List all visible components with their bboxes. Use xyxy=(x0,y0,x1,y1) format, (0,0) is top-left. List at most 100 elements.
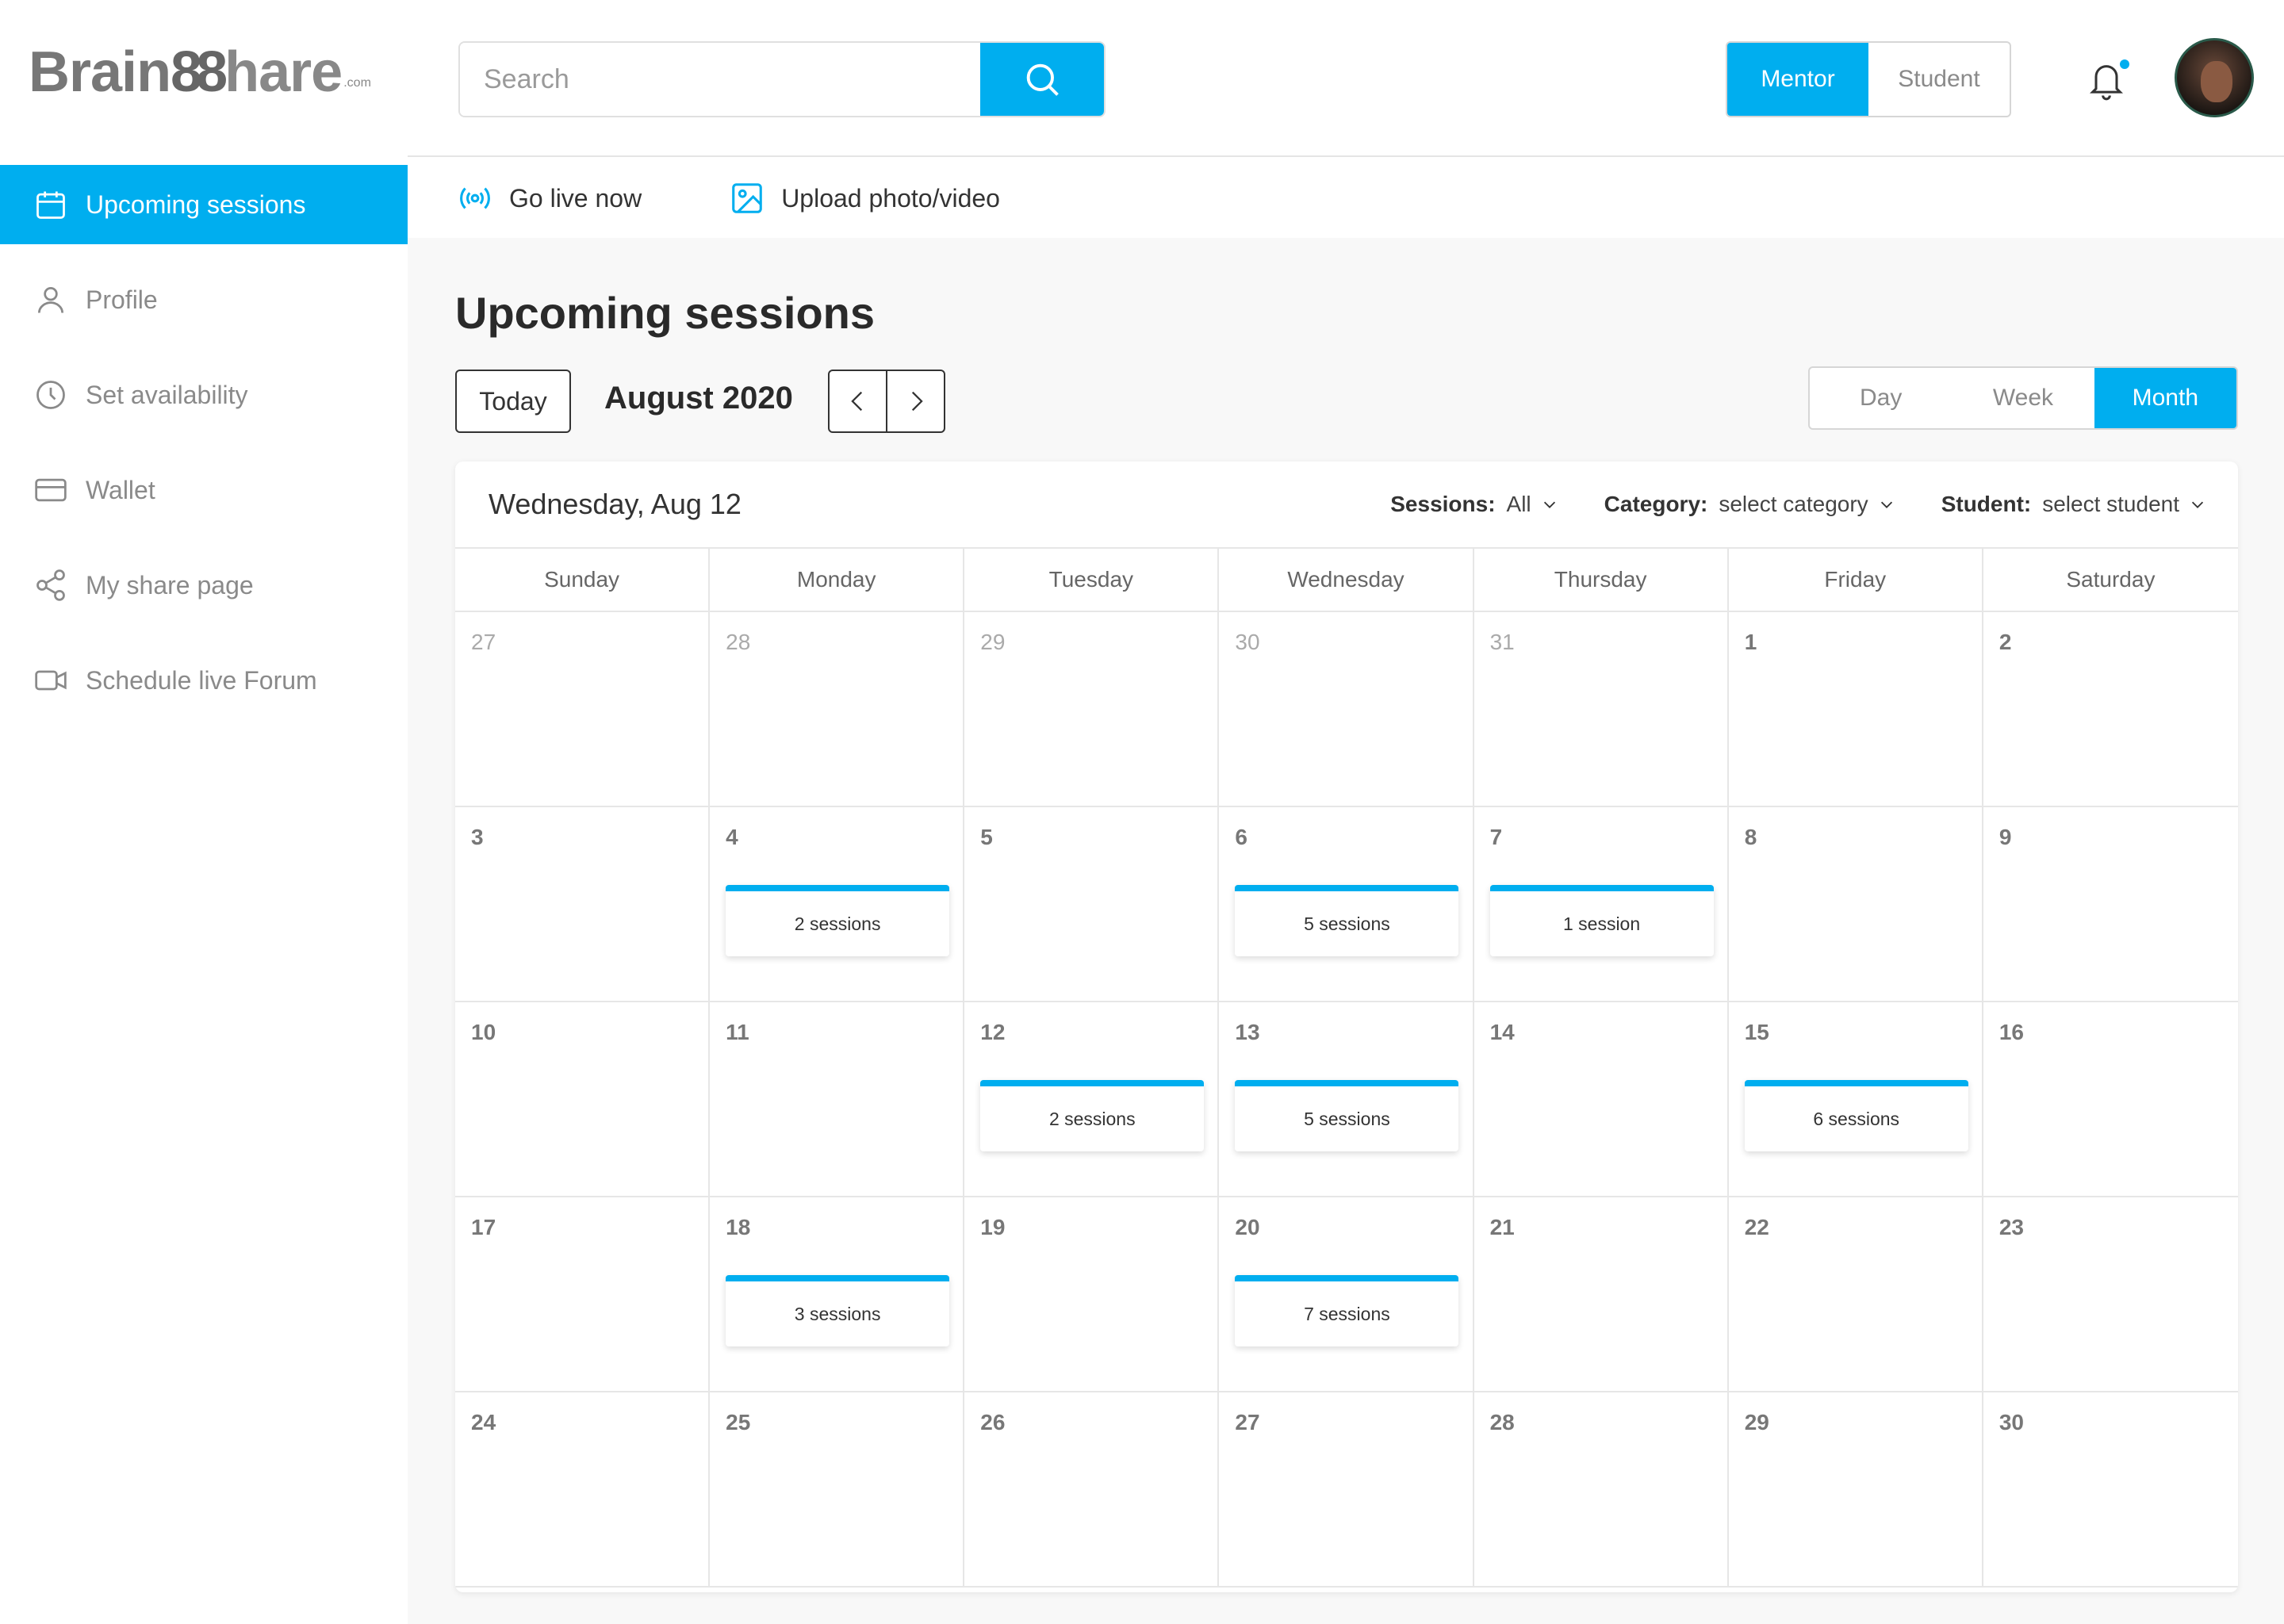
credit-card-icon xyxy=(32,471,70,509)
calendar-day-cell[interactable]: 28 xyxy=(1473,1392,1729,1588)
top-header: Mentor Student xyxy=(408,0,2284,157)
brand-logo[interactable]: Brain 88 hare .com xyxy=(29,36,371,108)
calendar-day-cell[interactable]: 28 xyxy=(710,612,965,807)
day-number: 2 xyxy=(1998,630,2012,654)
calendar-day-cell[interactable]: 2 xyxy=(1983,612,2238,807)
today-button[interactable]: Today xyxy=(455,370,571,433)
day-number: 28 xyxy=(726,630,751,654)
next-month-button[interactable] xyxy=(887,371,944,431)
calendar-day-cell[interactable]: 11 xyxy=(710,1002,965,1197)
filter-label: Category: xyxy=(1604,492,1708,516)
chevron-down-icon xyxy=(1543,501,1555,508)
view-day-button[interactable]: Day xyxy=(1810,368,1952,428)
logo-text-88: 88 xyxy=(171,40,228,104)
notifications-button[interactable] xyxy=(2086,57,2132,105)
day-number: 16 xyxy=(1998,1020,2024,1044)
avatar[interactable] xyxy=(2175,38,2254,117)
calendar-day-cell[interactable]: 7 1 session xyxy=(1473,807,1729,1002)
calendar-day-cell[interactable]: 1 xyxy=(1728,612,1983,807)
day-number: 1 xyxy=(1744,630,1757,654)
day-number: 27 xyxy=(1235,1410,1260,1434)
day-number: 21 xyxy=(1489,1215,1515,1239)
search-button[interactable] xyxy=(980,43,1104,116)
sessions-filter[interactable]: Sessions: All xyxy=(1390,492,1558,517)
sidebar-item-schedule-live-forum[interactable]: Schedule live Forum xyxy=(0,641,408,720)
session-count-badge[interactable]: 5 sessions xyxy=(1235,1080,1459,1151)
sidebar-item-label: Schedule live Forum xyxy=(86,665,317,695)
calendar-day-cell[interactable]: 5 xyxy=(964,807,1220,1002)
sidebar-item-upcoming-sessions[interactable]: Upcoming sessions xyxy=(0,165,408,244)
search-input[interactable] xyxy=(460,43,980,116)
day-number: 29 xyxy=(1744,1410,1769,1434)
student-filter[interactable]: Student: select student xyxy=(1941,492,2206,517)
calendar-day-cell[interactable]: 26 xyxy=(964,1392,1220,1588)
session-count-badge[interactable]: 2 sessions xyxy=(726,885,950,956)
calendar-day-cell[interactable]: 23 xyxy=(1983,1197,2238,1392)
calendar-day-cell[interactable]: 4 2 sessions xyxy=(710,807,965,1002)
view-month-button[interactable]: Month xyxy=(2094,368,2236,428)
share-icon xyxy=(32,566,70,604)
calendar-day-cell[interactable]: 13 5 sessions xyxy=(1219,1002,1474,1197)
calendar-day-cell[interactable]: 24 xyxy=(455,1392,711,1588)
sidebar-item-profile[interactable]: Profile xyxy=(0,260,408,339)
calendar-day-cell[interactable]: 3 xyxy=(455,807,711,1002)
calendar-day-cell[interactable]: 31 xyxy=(1473,612,1729,807)
upload-photo-video-button[interactable]: Upload photo/video xyxy=(729,180,1000,216)
day-number: 26 xyxy=(980,1410,1006,1434)
role-mentor-button[interactable]: Mentor xyxy=(1727,43,1868,116)
calendar-day-cell[interactable]: 27 xyxy=(455,612,711,807)
calendar-day-cell[interactable]: 21 xyxy=(1473,1197,1729,1392)
day-number: 8 xyxy=(1744,825,1757,849)
month-nav xyxy=(828,370,945,433)
session-count-badge[interactable]: 1 session xyxy=(1489,885,1714,956)
sidebar-item-label: Profile xyxy=(86,285,158,314)
calendar-day-cell[interactable]: 30 xyxy=(1983,1392,2238,1588)
day-number: 25 xyxy=(726,1410,751,1434)
sidebar-item-wallet[interactable]: Wallet xyxy=(0,450,408,530)
session-count-badge[interactable]: 2 sessions xyxy=(980,1080,1205,1151)
day-number: 29 xyxy=(980,630,1006,654)
weekday-label: Thursday xyxy=(1474,549,1729,611)
session-count-badge[interactable]: 3 sessions xyxy=(726,1275,950,1346)
session-count-badge[interactable]: 7 sessions xyxy=(1235,1275,1459,1346)
calendar-day-cell[interactable]: 16 xyxy=(1983,1002,2238,1197)
calendar-day-cell[interactable]: 15 6 sessions xyxy=(1728,1002,1983,1197)
view-week-button[interactable]: Week xyxy=(1952,368,2094,428)
calendar-day-cell[interactable]: 20 7 sessions xyxy=(1219,1197,1474,1392)
day-number: 11 xyxy=(726,1020,749,1044)
calendar-day-cell[interactable]: 14 xyxy=(1473,1002,1729,1197)
calendar-day-cell[interactable]: 18 3 sessions xyxy=(710,1197,965,1392)
weekday-label: Tuesday xyxy=(964,549,1220,611)
previous-month-button[interactable] xyxy=(830,371,887,431)
calendar-day-cell[interactable]: 29 xyxy=(1728,1392,1983,1588)
day-number: 20 xyxy=(1235,1215,1260,1239)
role-student-button[interactable]: Student xyxy=(1868,43,2010,116)
calendar-day-cell[interactable]: 30 xyxy=(1219,612,1474,807)
calendar-day-cell[interactable]: 29 xyxy=(964,612,1220,807)
sidebar-nav: Upcoming sessions Profile Set availabili… xyxy=(0,165,408,736)
sidebar-item-set-availability[interactable]: Set availability xyxy=(0,355,408,435)
calendar-day-cell[interactable]: 12 2 sessions xyxy=(964,1002,1220,1197)
logo-text-brain: Brain xyxy=(29,40,171,104)
sidebar-item-my-share-page[interactable]: My share page xyxy=(0,546,408,625)
go-live-button[interactable]: Go live now xyxy=(457,180,642,216)
logo-text-share: hare xyxy=(224,40,343,104)
calendar-day-cell[interactable]: 22 xyxy=(1728,1197,1983,1392)
role-toggle: Mentor Student xyxy=(1726,41,2011,117)
day-number: 9 xyxy=(1998,825,2012,849)
calendar-day-cell[interactable]: 19 xyxy=(964,1197,1220,1392)
main-content: Upcoming sessions Today August 2020 Day … xyxy=(408,238,2284,1624)
calendar-day-cell[interactable]: 25 xyxy=(710,1392,965,1588)
category-filter[interactable]: Category: select category xyxy=(1604,492,1895,517)
calendar-day-cell[interactable]: 8 xyxy=(1728,807,1983,1002)
weekday-label: Monday xyxy=(710,549,965,611)
calendar-day-cell[interactable]: 17 xyxy=(455,1197,711,1392)
calendar-day-cell[interactable]: 10 xyxy=(455,1002,711,1197)
calendar-day-cell[interactable]: 27 xyxy=(1219,1392,1474,1588)
calendar-header: Wednesday, Aug 12 Sessions: All Category… xyxy=(455,462,2238,549)
session-count-badge[interactable]: 5 sessions xyxy=(1235,885,1459,956)
session-count-badge[interactable]: 6 sessions xyxy=(1744,1080,1968,1151)
selected-date: Wednesday, Aug 12 xyxy=(489,488,742,520)
calendar-day-cell[interactable]: 6 5 sessions xyxy=(1219,807,1474,1002)
calendar-day-cell[interactable]: 9 xyxy=(1983,807,2238,1002)
